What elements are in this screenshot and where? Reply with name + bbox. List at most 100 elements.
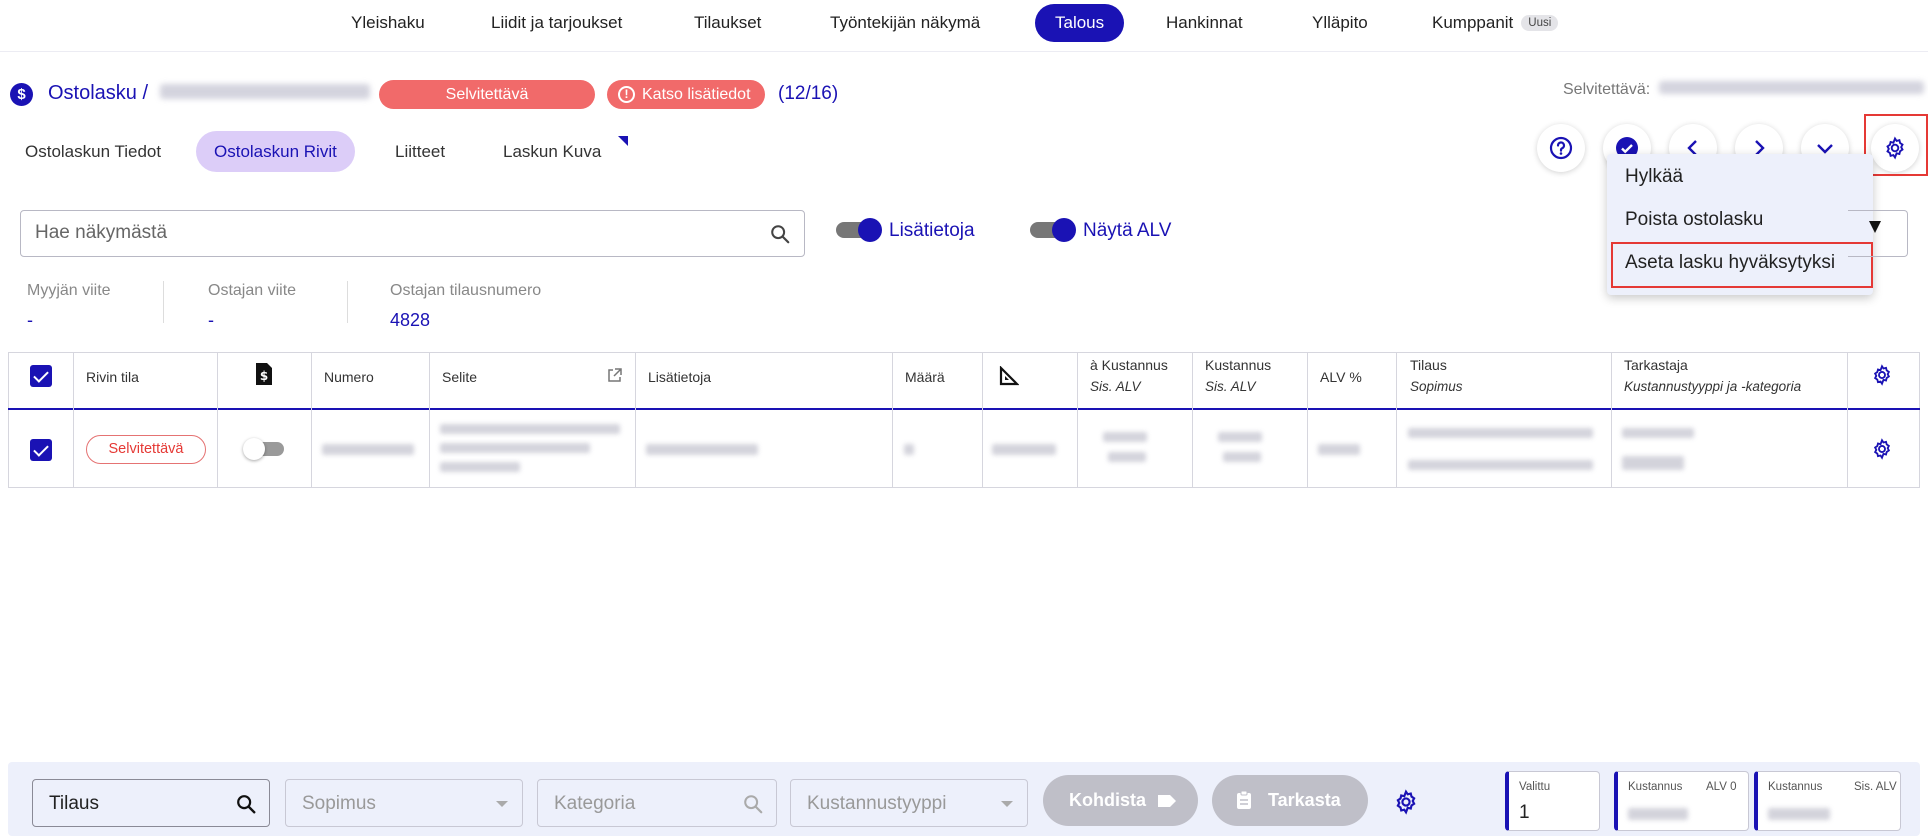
nav-kumppanit[interactable]: Kumppanit Uusi (1412, 4, 1578, 42)
column-settings-button[interactable] (1871, 364, 1893, 389)
lisatietoja-toggle[interactable] (836, 218, 882, 242)
tab-laskun-kuva-label: Laskun Kuva (503, 142, 602, 161)
row-sopimus-redacted (1408, 460, 1593, 470)
col-a-kustannus-label: à Kustannus (1090, 357, 1168, 373)
tab-liitteet[interactable]: Liitteet (377, 131, 463, 172)
nayta-alv-toggle[interactable] (1030, 218, 1076, 242)
nav-tyontekijan-nakyma[interactable]: Työntekijän näkymä (810, 4, 1000, 42)
col-alv[interactable]: ALV % (1320, 369, 1362, 385)
info-button[interactable]: ! Katso lisätiedot (607, 80, 765, 109)
valittu-label: Valittu (1519, 781, 1551, 793)
column-divider (73, 352, 74, 488)
col-lisatietoja[interactable]: Lisätietoja (648, 369, 711, 385)
unit-ruler-icon (999, 365, 1020, 389)
column-divider (311, 352, 312, 488)
kustannus-alv0-box: Kustannus ALV 0 (1614, 771, 1749, 831)
bottom-settings-button[interactable] (1393, 789, 1419, 820)
nav-yleishaku[interactable]: Yleishaku (331, 4, 445, 42)
row-tilaus-redacted (1408, 428, 1593, 438)
col-kustannus[interactable]: Kustannus Sis. ALV (1205, 357, 1271, 394)
search-icon[interactable] (235, 793, 257, 815)
kustannustyyppi-placeholder: Kustannustyyppi (807, 793, 947, 814)
chevron-down-icon (496, 801, 508, 807)
col-tarkastaja[interactable]: Tarkastaja Kustannustyyppi ja -kategoria (1624, 357, 1801, 394)
row-a-kustannus-redacted (1103, 432, 1147, 442)
nav-kumppanit-label: Kumppanit (1432, 13, 1514, 32)
row-checkbox[interactable] (30, 439, 52, 461)
nav-tilaukset[interactable]: Tilaukset (674, 4, 781, 42)
column-divider (1396, 352, 1397, 488)
row-alv-redacted (1318, 444, 1360, 455)
alert-icon: ! (618, 86, 635, 103)
toggle-knob (1052, 218, 1076, 242)
table-header-divider (8, 408, 1920, 410)
row-toggle[interactable] (243, 438, 284, 460)
external-link-icon (608, 368, 622, 382)
status-badge[interactable]: Selvitettävä (379, 80, 595, 109)
select-all-checkbox[interactable] (30, 365, 52, 387)
col-a-kustannus[interactable]: à Kustannus Sis. ALV (1090, 357, 1168, 394)
search-icon[interactable] (769, 223, 791, 245)
row-selite-redacted (440, 424, 620, 434)
row-kustannus-redacted (1218, 432, 1262, 442)
kustannus-sis-alv-box: Kustannus Sis. ALV (1754, 771, 1901, 831)
nav-hankinnat[interactable]: Hankinnat (1146, 4, 1263, 42)
nav-talous[interactable]: Talous (1035, 4, 1125, 42)
open-external-icon[interactable] (607, 368, 622, 386)
kustannustyyppi-select[interactable]: Kustannustyyppi (790, 779, 1028, 827)
col-rivin-tila[interactable]: Rivin tila (86, 369, 139, 385)
tab-laskun-kuva[interactable]: Laskun Kuva (485, 131, 629, 172)
kategoria-field[interactable]: Kategoria (537, 779, 777, 827)
column-divider (982, 352, 983, 488)
tab-ostolaskun-rivit[interactable]: Ostolaskun Rivit (196, 131, 355, 172)
row-maara-redacted (904, 444, 914, 455)
new-badge: Uusi (1521, 15, 1559, 31)
menu-item-poista-ostolasku[interactable]: Poista ostolasku (1625, 209, 1763, 231)
kohdista-button[interactable]: Kohdista (1043, 775, 1198, 826)
ref-ostajan-tilausnumero-value: 4828 (390, 310, 431, 330)
col-numero[interactable]: Numero (324, 369, 374, 385)
col-selite[interactable]: Selite (442, 369, 477, 385)
row-selite-redacted (440, 443, 590, 453)
column-divider (1847, 352, 1848, 488)
nav-liidit-ja-tarjoukset[interactable]: Liidit ja tarjoukset (471, 4, 642, 42)
column-divider (635, 352, 636, 488)
tilaus-field[interactable]: Tilaus (32, 779, 270, 827)
row-settings-button[interactable] (1871, 438, 1893, 463)
right-status: Selvitettävä: (1563, 81, 1924, 99)
tarkasta-button[interactable]: Tarkasta (1212, 775, 1368, 826)
column-divider (1611, 352, 1612, 488)
actions-dropdown-menu: Hylkää Poista ostolasku Aseta lasku hyvä… (1607, 154, 1873, 295)
right-status-redacted (1658, 81, 1924, 94)
col-a-kustannus-sub: Sis. ALV (1090, 379, 1141, 394)
row-status-badge[interactable]: Selvitettävä (86, 435, 206, 464)
search-input[interactable] (35, 222, 735, 244)
chevron-down-icon (1001, 801, 1013, 807)
divider (347, 281, 348, 323)
tab-ostolaskun-tiedot[interactable]: Ostolaskun Tiedot (7, 131, 179, 172)
sopimus-select[interactable]: Sopimus (285, 779, 523, 827)
nav-yllapito[interactable]: Ylläpito (1292, 4, 1388, 42)
search-icon[interactable] (742, 793, 764, 815)
dollar-icon: $ (10, 83, 33, 106)
invoice-icon: $ (256, 363, 272, 385)
page-title: Ostolasku / (48, 82, 370, 105)
gear-icon (1873, 438, 1891, 460)
info-button-label: Katso lisätiedot (642, 86, 751, 103)
col-tilaus-label: Tilaus (1410, 357, 1447, 373)
row-kategoria-redacted (1622, 456, 1684, 470)
filter-select[interactable] (1848, 210, 1908, 257)
col-tilaus[interactable]: Tilaus Sopimus (1410, 357, 1463, 394)
dropdown-arrow-icon (1869, 221, 1881, 233)
toggle-knob (858, 218, 882, 242)
gear-icon (1873, 364, 1891, 386)
kustannus-alv0-sub: ALV 0 (1706, 781, 1737, 793)
column-divider (1307, 352, 1308, 488)
menu-item-highlight-frame (1611, 242, 1873, 288)
col-maara[interactable]: Määrä (905, 369, 945, 385)
col-kustannus-label: Kustannus (1205, 357, 1272, 373)
row-a-kustannus-redacted (1108, 452, 1146, 462)
help-button[interactable] (1537, 124, 1585, 172)
valittu-value: 1 (1519, 802, 1530, 823)
menu-item-hylkaa[interactable]: Hylkää (1625, 166, 1683, 188)
